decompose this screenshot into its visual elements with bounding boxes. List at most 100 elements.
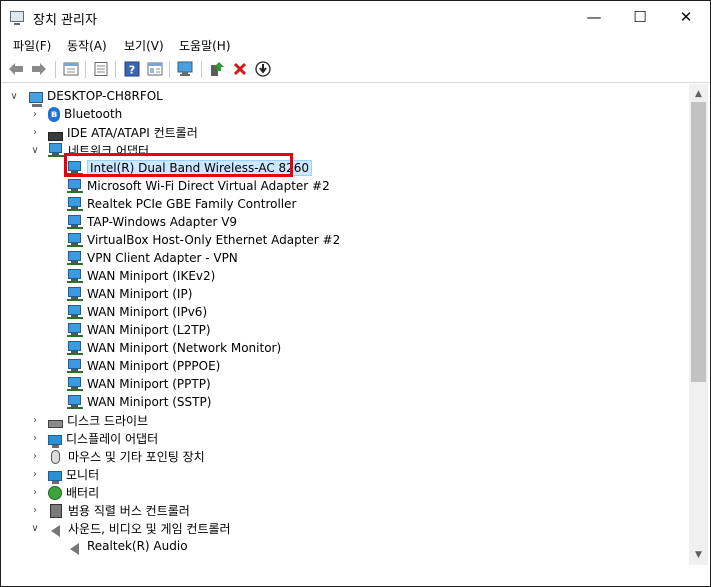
mouse-icon xyxy=(51,450,60,464)
device-label: Realtek PCIe GBE Family Controller xyxy=(87,197,297,211)
red-highlight-annotation xyxy=(64,153,293,177)
device-label: WAN Miniport (PPTP) xyxy=(87,377,211,391)
expand-toggle-sound[interactable]: ∨ xyxy=(30,519,40,537)
network-adapter-icon xyxy=(67,268,83,284)
category-label: 사운드, 비디오 및 게임 컨트롤러 xyxy=(68,521,231,536)
vertical-scrollbar[interactable]: ▲ ▼ xyxy=(689,84,708,565)
device-item[interactable]: WAN Miniport (SSTP) xyxy=(67,393,211,411)
expand-toggle-bluetooth[interactable]: › xyxy=(30,105,40,123)
device-label: WAN Miniport (PPPOE) xyxy=(87,359,221,373)
category-label: 모니터 xyxy=(66,467,100,482)
category-mice[interactable]: 마우스 및 기타 포인팅 장치 xyxy=(48,447,205,465)
expand-toggle-display[interactable]: › xyxy=(30,429,40,447)
device-item[interactable]: TAP-Windows Adapter V9 xyxy=(67,213,237,231)
category-label: 배터리 xyxy=(66,485,100,500)
category-batteries[interactable]: 배터리 xyxy=(48,483,99,501)
device-item[interactable]: WAN Miniport (Network Monitor) xyxy=(67,339,281,357)
device-item[interactable]: WAN Miniport (L2TP) xyxy=(67,321,211,339)
device-item[interactable]: VPN Client Adapter - VPN xyxy=(67,249,238,267)
tree-root[interactable]: DESKTOP-CH8RFOL xyxy=(29,87,163,107)
device-item[interactable]: WAN Miniport (PPTP) xyxy=(67,375,211,393)
category-label: 범용 직렬 버스 컨트롤러 xyxy=(68,503,190,518)
expand-toggle-ide[interactable]: › xyxy=(30,123,40,141)
toolbar-separator xyxy=(115,61,116,78)
expand-toggle-root[interactable]: ∨ xyxy=(9,87,19,105)
network-adapter-icon xyxy=(67,232,83,248)
device-item[interactable]: Realtek PCIe GBE Family Controller xyxy=(67,195,296,213)
device-item[interactable]: WAN Miniport (PPPOE) xyxy=(67,357,220,375)
network-adapter-icon xyxy=(67,286,83,302)
network-adapter-icon xyxy=(67,322,83,338)
computer-name: DESKTOP-CH8RFOL xyxy=(47,89,163,103)
properties-grid-icon[interactable] xyxy=(62,60,80,78)
bluetooth-icon: ʙ xyxy=(48,106,60,122)
device-label: TAP-Windows Adapter V9 xyxy=(87,215,238,229)
category-label: IDE ATA/ATAPI 컨트롤러 xyxy=(67,125,198,140)
view-list-icon[interactable] xyxy=(146,60,164,78)
maximize-button[interactable]: ☐ xyxy=(617,1,663,33)
scroll-down-arrow[interactable]: ▼ xyxy=(689,546,708,563)
category-sound-video-game[interactable]: 사운드, 비디오 및 게임 컨트롤러 xyxy=(48,519,231,537)
device-item[interactable]: WAN Miniport (IPv6) xyxy=(67,303,207,321)
svg-text:?: ? xyxy=(129,64,135,77)
category-label: 마우스 및 기타 포인팅 장치 xyxy=(68,449,205,464)
window-title: 장치 관리자 xyxy=(33,13,97,28)
expand-toggle-monitor[interactable]: › xyxy=(30,465,40,483)
update-driver-icon[interactable] xyxy=(208,60,226,78)
minimize-button[interactable]: — xyxy=(571,1,617,33)
expand-toggle-network[interactable]: ∨ xyxy=(30,141,40,159)
device-label: WAN Miniport (Network Monitor) xyxy=(87,341,282,355)
device-label: WAN Miniport (IP) xyxy=(87,287,193,301)
scroll-up-arrow[interactable]: ▲ xyxy=(689,85,708,102)
category-display-adapters[interactable]: 디스플레이 어댑터 xyxy=(48,429,159,448)
expand-toggle-battery[interactable]: › xyxy=(30,483,40,501)
uninstall-icon[interactable] xyxy=(231,60,249,78)
computer-icon xyxy=(29,91,43,107)
properties-sheet-icon[interactable] xyxy=(92,60,110,78)
device-item[interactable]: Realtek(R) Audio xyxy=(67,537,188,555)
forward-arrow-icon[interactable] xyxy=(30,60,48,78)
title-bar[interactable]: 장치 관리자 — ☐ ✕ xyxy=(1,1,710,33)
battery-icon xyxy=(48,486,62,500)
category-ide-ata-atapi[interactable]: IDE ATA/ATAPI 컨트롤러 xyxy=(48,123,198,141)
category-disk-drives[interactable]: 디스크 드라이브 xyxy=(48,411,148,429)
back-arrow-icon[interactable] xyxy=(7,60,25,78)
device-item[interactable]: WAN Miniport (IKEv2) xyxy=(67,267,215,285)
expand-toggle-disk[interactable]: › xyxy=(30,411,40,429)
device-item[interactable]: WAN Miniport (IP) xyxy=(67,285,192,303)
category-usb-controllers[interactable]: 범용 직렬 버스 컨트롤러 xyxy=(48,501,190,519)
category-label: 디스크 드라이브 xyxy=(67,413,149,428)
toolbar-separator xyxy=(55,61,56,78)
category-monitors[interactable]: 모니터 xyxy=(48,465,100,484)
network-adapter-icon xyxy=(67,178,83,194)
disable-device-icon[interactable] xyxy=(254,60,272,78)
scan-hardware-icon[interactable] xyxy=(177,60,195,78)
menu-view[interactable]: 보기(V) xyxy=(124,37,164,54)
close-button[interactable]: ✕ xyxy=(663,1,709,33)
network-adapter-icon xyxy=(67,340,83,356)
menu-file[interactable]: 파일(F) xyxy=(13,37,51,54)
expand-toggle-usb[interactable]: › xyxy=(30,501,40,519)
display-adapter-icon xyxy=(48,435,62,448)
toolbar: ? xyxy=(1,56,710,83)
expand-toggle-mouse[interactable]: › xyxy=(30,447,40,465)
network-adapter-icon xyxy=(67,214,83,230)
scrollbar-thumb[interactable] xyxy=(691,102,706,382)
device-manager-window: 장치 관리자 — ☐ ✕ 파일(F) 동작(A) 보기(V) 도움말(H) ? xyxy=(0,0,711,587)
category-label: 디스플레이 어댑터 xyxy=(66,431,159,446)
device-manager-app-icon xyxy=(10,11,24,25)
menu-action[interactable]: 동작(A) xyxy=(67,37,107,54)
device-tree[interactable]: ∨ DESKTOP-CH8RFOL › ʙ Bluetooth › IDE AT… xyxy=(2,84,688,584)
menu-help[interactable]: 도움말(H) xyxy=(179,37,231,54)
toolbar-separator xyxy=(201,61,202,78)
disk-drive-icon xyxy=(48,420,63,428)
ide-controller-icon xyxy=(48,131,63,141)
device-item[interactable]: Microsoft Wi-Fi Direct Virtual Adapter #… xyxy=(67,177,330,195)
help-icon[interactable]: ? xyxy=(123,60,141,78)
menu-bar: 파일(F) 동작(A) 보기(V) 도움말(H) xyxy=(1,33,710,55)
category-bluetooth[interactable]: ʙ Bluetooth xyxy=(48,105,122,123)
device-label: Realtek(R) Audio xyxy=(87,539,188,553)
device-item[interactable]: VirtualBox Host-Only Ethernet Adapter #2 xyxy=(67,231,340,249)
device-label: WAN Miniport (SSTP) xyxy=(87,395,212,409)
monitor-icon xyxy=(48,471,62,484)
